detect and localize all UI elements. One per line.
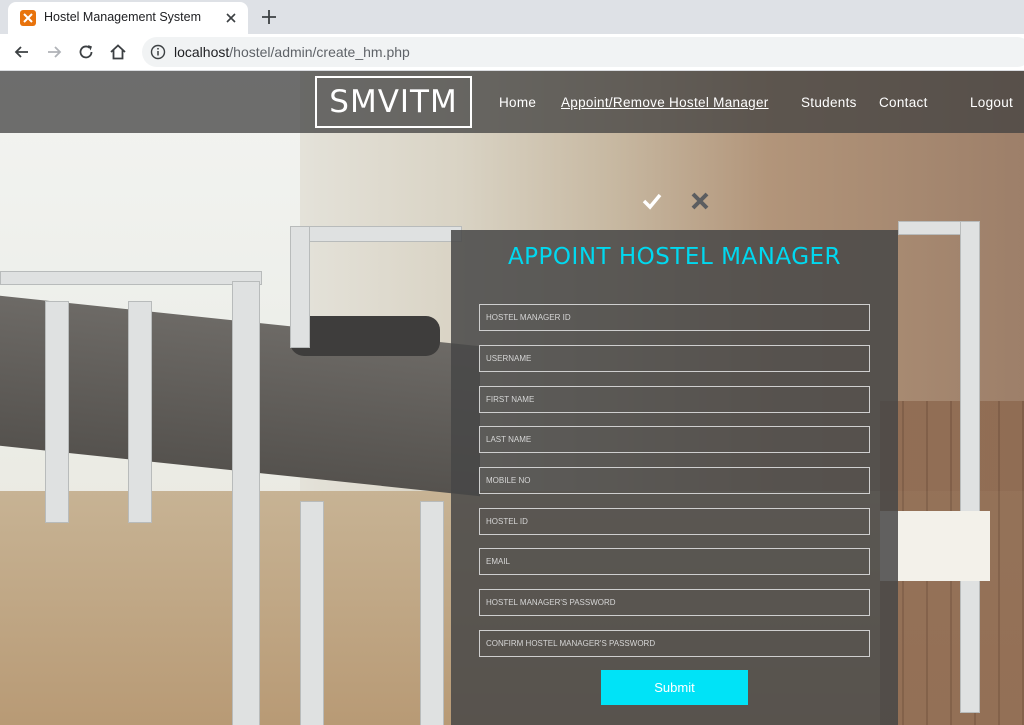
nav-students-link[interactable]: Students	[801, 95, 857, 110]
background-rail	[232, 281, 260, 725]
nav-logout-link[interactable]: Logout	[970, 95, 1013, 110]
cross-icon[interactable]	[690, 191, 710, 211]
nav-home-link[interactable]: Home	[499, 95, 536, 110]
username-input[interactable]	[479, 345, 870, 372]
background-rail	[128, 301, 152, 523]
background-rail	[290, 226, 462, 242]
hostel-id-input[interactable]	[479, 508, 870, 535]
forward-arrow-icon[interactable]	[44, 42, 64, 62]
email-input[interactable]	[479, 548, 870, 575]
background-rail	[45, 301, 69, 523]
background-rail	[290, 226, 310, 348]
hostel-manager-id-input[interactable]	[479, 304, 870, 331]
background-rail	[300, 501, 324, 725]
address-bar[interactable]: localhost/hostel/admin/create_hm.php	[142, 37, 1024, 67]
check-icon[interactable]	[642, 191, 662, 211]
first-name-input[interactable]	[479, 386, 870, 413]
reload-icon[interactable]	[76, 42, 96, 62]
nav-contact-link[interactable]: Contact	[879, 95, 928, 110]
close-tab-icon[interactable]	[222, 9, 240, 27]
home-icon[interactable]	[108, 42, 128, 62]
mobile-no-input[interactable]	[479, 467, 870, 494]
xampp-favicon-icon	[20, 10, 36, 26]
site-navbar: SMVITM Home Appoint/Remove Hostel Manage…	[0, 71, 1024, 133]
background-pillow	[290, 316, 440, 356]
nav-appoint-remove-link[interactable]: Appoint/Remove Hostel Manager	[561, 95, 769, 110]
last-name-input[interactable]	[479, 426, 870, 453]
url-text: localhost/hostel/admin/create_hm.php	[174, 44, 410, 60]
browser-toolbar: localhost/hostel/admin/create_hm.php	[0, 34, 1024, 71]
tab-title: Hostel Management System	[44, 10, 202, 24]
tab-strip: Hostel Management System	[0, 0, 1024, 34]
site-logo[interactable]: SMVITM	[315, 76, 472, 128]
back-arrow-icon[interactable]	[12, 42, 32, 62]
browser-tab[interactable]: Hostel Management System	[8, 2, 248, 34]
page-content: SMVITM Home Appoint/Remove Hostel Manage…	[0, 71, 1024, 725]
confirm-password-input[interactable]	[479, 630, 870, 657]
info-icon[interactable]	[150, 44, 166, 60]
new-tab-icon[interactable]	[259, 7, 279, 27]
background-rail	[960, 221, 980, 713]
password-input[interactable]	[479, 589, 870, 616]
browser-chrome: Hostel Management System localhost/hoste…	[0, 0, 1024, 71]
background-rail	[420, 501, 444, 725]
appoint-manager-form: APPOINT HOSTEL MANAGER Submit	[451, 230, 898, 725]
form-title: APPOINT HOSTEL MANAGER	[507, 244, 842, 270]
submit-button[interactable]: Submit	[601, 670, 748, 705]
background-rail	[0, 271, 262, 285]
